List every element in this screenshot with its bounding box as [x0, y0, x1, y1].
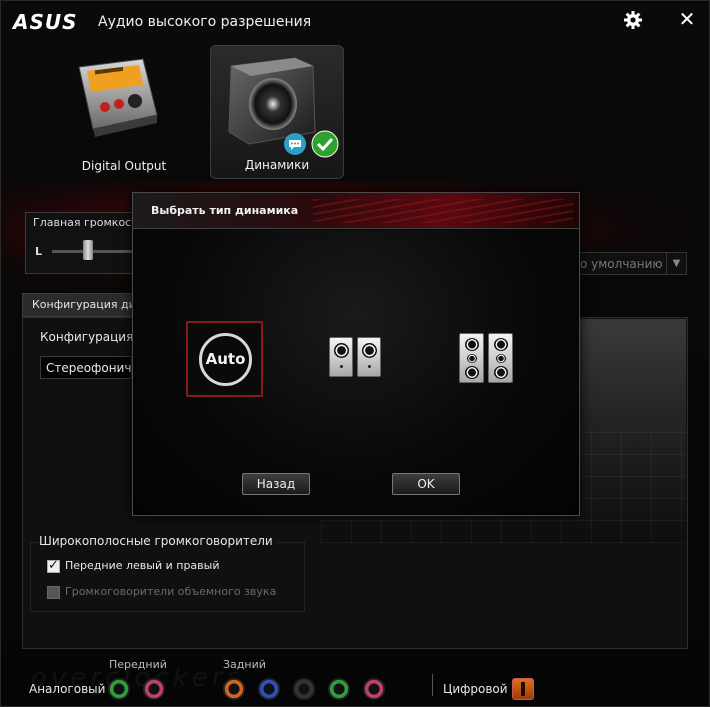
- default-device-text: о умолчанию: [580, 257, 663, 271]
- title-bar: ASUS Аудио высокого разрешения ✕: [1, 1, 709, 41]
- jack-divider: [432, 674, 433, 696]
- front-pink-jack[interactable]: [143, 678, 165, 700]
- checkbox-label: Громкоговорители объемного звука: [65, 585, 277, 598]
- wideband-title: Широкополосные громкоговорители: [39, 534, 277, 548]
- speaker-type-dialog: Выбрать тип динамика Auto Назад OK: [132, 192, 580, 516]
- device-speakers[interactable]: Динамики: [210, 45, 344, 179]
- front-lr-checkbox-row[interactable]: ✓ Передние левый и правый: [47, 558, 247, 575]
- digital-output-icon: [78, 58, 158, 137]
- volume-left-label: L: [35, 245, 43, 258]
- checkmark-icon: ✓: [48, 558, 59, 573]
- app-title: Аудио высокого разрешения: [98, 14, 312, 30]
- asus-logo: ASUS: [13, 10, 78, 34]
- volume-balance-thumb[interactable]: [83, 240, 93, 260]
- dialog-title: Выбрать тип динамика: [151, 204, 299, 217]
- rear-black-jack[interactable]: [293, 678, 315, 700]
- dialog-body: Auto Назад OK: [133, 230, 579, 515]
- main-volume-group: Главная громкость L: [25, 212, 144, 274]
- speaker-type-auto[interactable]: Auto: [186, 321, 263, 397]
- digital-label: Цифровой: [443, 682, 508, 696]
- auto-label: Auto: [205, 350, 246, 368]
- rear-jacks-caption: Задний: [223, 658, 266, 671]
- front-jacks-caption: Передний: [109, 658, 167, 671]
- close-icon[interactable]: ✕: [677, 9, 697, 29]
- tab-speaker-config[interactable]: Конфигурация динамиков: [22, 293, 185, 317]
- front-lr-checkbox[interactable]: ✓: [47, 558, 60, 573]
- device-label: Динамики: [244, 158, 310, 172]
- gear-icon[interactable]: [623, 10, 643, 30]
- rear-blue-jack[interactable]: [258, 678, 280, 700]
- analog-label: Аналоговый: [29, 682, 106, 696]
- front-green-jack[interactable]: [108, 678, 130, 700]
- device-label: Digital Output: [81, 159, 167, 173]
- main-volume-title: Главная громкость: [33, 216, 145, 229]
- digital-jack[interactable]: [512, 678, 534, 700]
- chat-icon: [284, 133, 306, 155]
- speaker-config-select[interactable]: Стереофонический: [40, 356, 168, 379]
- rear-green-jack[interactable]: [328, 678, 350, 700]
- config-subtitle: Конфигурация д: [40, 330, 146, 344]
- checkbox-label: Передние левый и правый: [65, 559, 220, 572]
- surround-checkbox: [47, 586, 60, 599]
- wideband-group: [30, 542, 305, 612]
- speaker-type-stereo[interactable]: [327, 337, 383, 381]
- ok-button[interactable]: OK: [392, 473, 460, 495]
- dialog-header: Выбрать тип динамика: [133, 193, 579, 229]
- device-digital-output[interactable]: Digital Output: [57, 45, 191, 179]
- back-button[interactable]: Назад: [242, 473, 310, 495]
- speaker-type-surround[interactable]: [459, 333, 515, 385]
- surround-checkbox-row: Громкоговорители объемного звука: [47, 585, 287, 601]
- auto-icon: Auto: [199, 333, 252, 386]
- app-window: ASUS Аудио высокого разрешения ✕ Digital…: [0, 0, 710, 707]
- chevron-down-icon[interactable]: ▼: [666, 253, 686, 274]
- rear-orange-jack[interactable]: [223, 678, 245, 700]
- check-badge-icon: [311, 130, 339, 158]
- default-device-dropdown[interactable]: о умолчанию ▼: [579, 252, 687, 275]
- rear-pink-jack[interactable]: [363, 678, 385, 700]
